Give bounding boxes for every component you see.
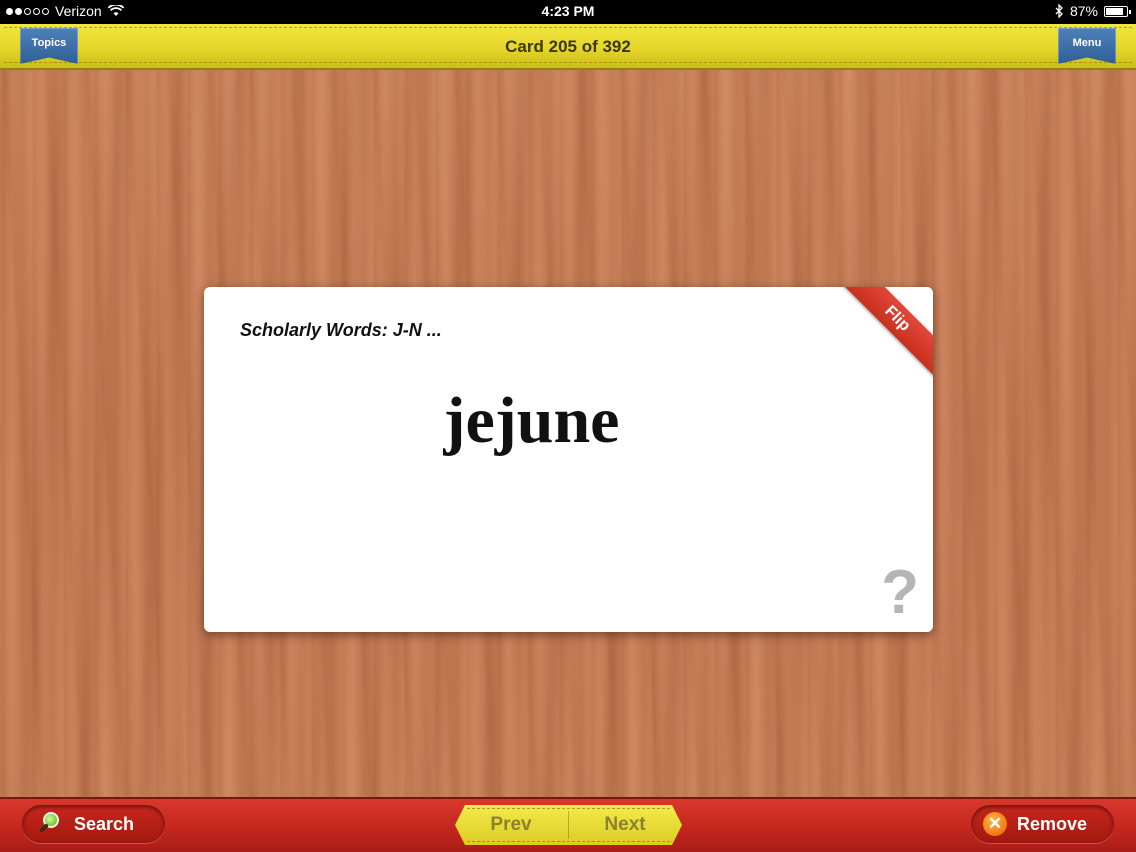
card-topic: Scholarly Words: J-N ... <box>240 320 442 340</box>
battery-percent: 87% <box>1069 3 1098 19</box>
battery-fill <box>1106 7 1124 15</box>
flashcard[interactable]: Scholarly Words: J-N ... jejune Flip ? <box>204 287 933 632</box>
search-icon <box>38 811 64 837</box>
app-screen: Verizon 4:23 PM 87% Topics Card 205 of 3… <box>0 0 1136 852</box>
status-bar: Verizon 4:23 PM 87% <box>0 0 1136 24</box>
remove-button[interactable]: ✕ Remove <box>971 805 1114 843</box>
flip-button[interactable]: Flip <box>837 287 933 379</box>
prev-next-group: Prev Next <box>455 805 682 845</box>
close-icon: ✕ <box>983 812 1007 836</box>
next-button[interactable]: Next <box>569 805 681 845</box>
top-bar: Topics Card 205 of 392 Menu <box>0 24 1136 70</box>
bluetooth-icon <box>1055 4 1063 18</box>
search-button-label: Search <box>74 813 135 834</box>
bottom-bar: Search Prev Next ✕ Remove <box>0 797 1136 852</box>
prev-button[interactable]: Prev <box>455 805 567 845</box>
question-mark-icon[interactable]: ? <box>881 562 919 624</box>
battery-icon <box>1104 5 1131 17</box>
status-time: 4:23 PM <box>541 3 595 19</box>
card-counter: Card 205 of 392 <box>505 37 631 56</box>
remove-button-label: Remove <box>1017 813 1088 834</box>
menu-button[interactable]: Menu <box>1058 28 1116 64</box>
card-word: jejune <box>443 384 620 457</box>
status-right: 87% <box>1055 3 1131 19</box>
search-button[interactable]: Search <box>22 805 165 843</box>
